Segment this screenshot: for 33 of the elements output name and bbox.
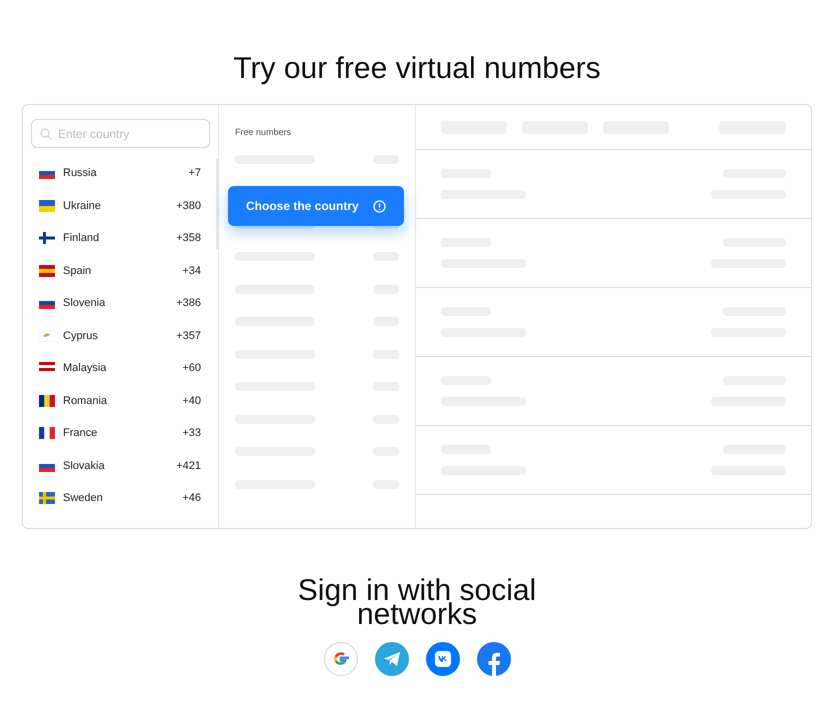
telegram-button[interactable] <box>374 642 408 676</box>
flag-icon <box>39 200 55 212</box>
vk-logo-icon <box>434 651 450 667</box>
flag-icon <box>39 394 55 407</box>
country-item[interactable]: Slovenia +386 <box>23 287 218 320</box>
social-heading: Sign in with social networks <box>296 579 538 627</box>
country-item[interactable]: Finland +358 <box>23 222 218 254</box>
country-item[interactable]: Romania +40 <box>23 384 218 417</box>
country-item[interactable]: France +33 <box>23 417 218 450</box>
tooltip-text: Choose the country <box>246 198 360 215</box>
facebook-logo-icon <box>486 650 500 676</box>
flag-icon <box>39 330 55 342</box>
page-title: Try our free virtual numbers <box>233 52 601 86</box>
search-field[interactable]: Enter country <box>31 119 210 148</box>
flag-icon <box>39 264 55 277</box>
flag-icon <box>39 492 55 504</box>
google-button[interactable] <box>324 642 358 676</box>
google-icon <box>332 651 348 667</box>
flag-icon <box>39 427 55 440</box>
flag-icon <box>39 232 55 244</box>
country-item[interactable]: Cyprus +357 <box>23 320 218 352</box>
vk-button[interactable] <box>426 642 460 676</box>
info-icon <box>373 200 386 212</box>
country-item[interactable]: Slovakia +421 <box>23 450 218 482</box>
country-item[interactable]: Russia +7 <box>23 157 218 190</box>
country-item[interactable]: Spain +34 <box>23 254 218 287</box>
facebook-button[interactable] <box>476 642 510 676</box>
country-item[interactable]: Ukraine +380 <box>23 190 218 222</box>
free-numbers-heading: Free numbers <box>235 126 292 139</box>
country-item[interactable]: Sweden +46 <box>23 482 218 514</box>
paper-plane-icon <box>382 651 400 667</box>
search-icon <box>40 128 52 140</box>
country-item[interactable]: Malaysia +60 <box>23 352 218 384</box>
